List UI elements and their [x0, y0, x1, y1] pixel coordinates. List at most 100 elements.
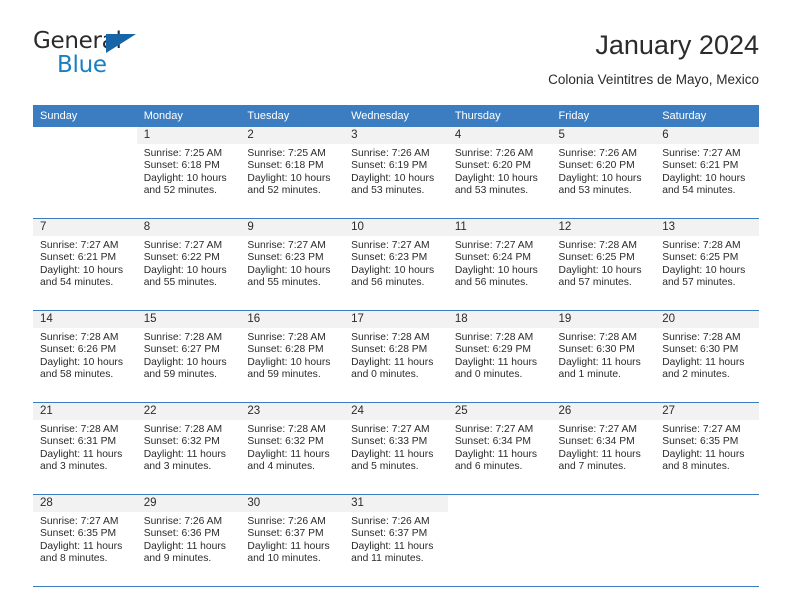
calendar-day-cell[interactable]: 14 Sunrise: 7:28 AM Sunset: 6:26 PM Dayligh… [33, 311, 137, 402]
day-info-line: and 7 minutes. [558, 461, 627, 473]
calendar-day-cell[interactable]: 28 Sunrise: 7:27 AM Sunset: 6:35 PM Dayligh… [33, 495, 137, 586]
day-number [447, 495, 552, 512]
calendar-day-cell[interactable]: 15 Sunrise: 7:28 AM Sunset: 6:27 PM Dayligh… [136, 311, 241, 402]
day-info-line: Daylight: 10 hours [143, 172, 227, 184]
calendar-day-cell[interactable]: 12 Sunrise: 7:28 AM Sunset: 6:25 PM Dayligh… [551, 219, 656, 310]
day-number: 8 [136, 219, 241, 236]
calendar-day-cell[interactable]: 26 Sunrise: 7:27 AM Sunset: 6:34 PM Dayligh… [551, 403, 656, 494]
calendar-page: General Blue January 2024 Colonia Veinti… [0, 0, 792, 612]
day-info-line: Sunrise: 7:28 AM [558, 240, 637, 251]
day-number: 31 [344, 495, 448, 512]
day-cell-inner: 17 Sunrise: 7:28 AM Sunset: 6:28 PM Dayligh… [344, 311, 448, 401]
day-info-line: Daylight: 11 hours [40, 540, 123, 552]
calendar-day-cell[interactable]: 4 Sunrise: 7:26 AM Sunset: 6:20 PM Daylight… [447, 127, 552, 217]
day-info-line: Sunset: 6:21 PM [40, 252, 117, 264]
page-subtitle: Colonia Veintitres de Mayo, Mexico [548, 72, 759, 87]
day-number: 15 [136, 311, 241, 328]
calendar-day-cell[interactable]: 3 Sunrise: 7:26 AM Sunset: 6:19 PM Daylight… [344, 127, 448, 217]
calendar-day-cell[interactable]: 24 Sunrise: 7:27 AM Sunset: 6:33 PM Dayligh… [344, 403, 448, 494]
day-info-line: Daylight: 11 hours [558, 448, 641, 460]
day-number: 17 [344, 311, 448, 328]
weekday-header-thursday: Thursday [447, 105, 552, 127]
day-cell-inner: 12 Sunrise: 7:28 AM Sunset: 6:25 PM Dayligh… [551, 219, 656, 309]
day-info-line: and 59 minutes. [247, 369, 321, 381]
day-info-line: and 57 minutes. [558, 277, 632, 289]
calendar-day-cell[interactable]: 25 Sunrise: 7:27 AM Sunset: 6:34 PM Dayligh… [447, 403, 552, 494]
calendar-day-cell[interactable]: 16 Sunrise: 7:28 AM Sunset: 6:28 PM Dayligh… [240, 311, 345, 402]
calendar-day-cell[interactable]: 29 Sunrise: 7:26 AM Sunset: 6:36 PM Dayligh… [136, 495, 241, 586]
day-info-line: Sunrise: 7:26 AM [247, 516, 326, 527]
calendar-day-cell[interactable]: 5 Sunrise: 7:26 AM Sunset: 6:20 PM Daylight… [551, 127, 656, 217]
day-cell-inner: 3 Sunrise: 7:26 AM Sunset: 6:19 PM Daylight… [344, 127, 448, 217]
calendar-day-cell[interactable]: 31 Sunrise: 7:26 AM Sunset: 6:37 PM Dayligh… [344, 495, 448, 586]
calendar-day-cell[interactable]: 20 Sunrise: 7:28 AM Sunset: 6:30 PM Dayligh… [655, 311, 759, 402]
calendar-day-cell[interactable]: 11 Sunrise: 7:27 AM Sunset: 6:24 PM Dayligh… [447, 219, 552, 310]
day-cell-inner: 9 Sunrise: 7:27 AM Sunset: 6:23 PM Daylight… [240, 219, 345, 309]
day-info-line: Sunrise: 7:28 AM [143, 424, 223, 435]
day-number: 7 [33, 219, 137, 236]
calendar-day-cell[interactable]: 18 Sunrise: 7:28 AM Sunset: 6:29 PM Dayligh… [447, 311, 552, 402]
day-cell-inner: 6 Sunrise: 7:27 AM Sunset: 6:21 PM Daylight… [655, 127, 759, 217]
day-cell-inner: 4 Sunrise: 7:26 AM Sunset: 6:20 PM Daylight… [447, 127, 552, 217]
weekday-header-tuesday: Tuesday [240, 105, 345, 127]
day-info-line: and 56 minutes. [351, 277, 425, 289]
day-number: 19 [551, 311, 656, 328]
calendar-day-cell[interactable]: 6 Sunrise: 7:27 AM Sunset: 6:21 PM Daylight… [655, 127, 759, 217]
calendar-day-cell[interactable]: 22 Sunrise: 7:28 AM Sunset: 6:32 PM Dayligh… [136, 403, 241, 494]
day-info-line: Sunset: 6:27 PM [143, 344, 220, 356]
day-info-line: and 0 minutes. [454, 369, 523, 381]
calendar-week-row: 14 Sunrise: 7:28 AM Sunset: 6:26 PM Dayligh… [33, 311, 759, 402]
day-info-line: Sunset: 6:29 PM [454, 344, 531, 356]
calendar-day-cell[interactable]: 8 Sunrise: 7:27 AM Sunset: 6:22 PM Daylight… [136, 219, 241, 310]
day-info-line: and 56 minutes. [454, 277, 529, 289]
day-info-line: and 55 minutes. [143, 277, 217, 289]
day-info-line: Daylight: 10 hours [247, 356, 331, 368]
day-number: 21 [33, 403, 137, 420]
day-info-line: Sunrise: 7:26 AM [143, 516, 223, 527]
day-info-line: and 52 minutes. [143, 185, 217, 197]
day-info-line: Sunset: 6:22 PM [143, 252, 220, 264]
day-info-line: Sunrise: 7:27 AM [143, 240, 223, 251]
calendar-empty-cell [551, 495, 656, 586]
calendar-day-cell[interactable]: 23 Sunrise: 7:28 AM Sunset: 6:32 PM Dayligh… [240, 403, 345, 494]
day-info-line: and 9 minutes. [143, 553, 212, 565]
calendar-day-cell[interactable]: 21 Sunrise: 7:28 AM Sunset: 6:31 PM Dayligh… [33, 403, 137, 494]
day-cell-inner: 31 Sunrise: 7:26 AM Sunset: 6:37 PM Dayligh… [344, 495, 448, 585]
calendar-week-row: 28 Sunrise: 7:27 AM Sunset: 6:35 PM Dayligh… [33, 495, 759, 586]
brand-logo[interactable]: General Blue [33, 28, 163, 86]
day-cell-inner: 10 Sunrise: 7:27 AM Sunset: 6:23 PM Dayligh… [344, 219, 448, 309]
day-info-line: Sunset: 6:30 PM [558, 344, 635, 356]
day-number: 3 [344, 127, 448, 144]
calendar-day-cell[interactable]: 13 Sunrise: 7:28 AM Sunset: 6:25 PM Dayligh… [655, 219, 759, 310]
day-info-line: and 5 minutes. [351, 461, 419, 473]
day-info-line: Daylight: 10 hours [247, 264, 331, 276]
day-info-line: Sunrise: 7:27 AM [247, 240, 326, 251]
day-sun-info: Sunrise: 7:28 AM Sunset: 6:28 PM Daylight:… [344, 328, 448, 382]
calendar-day-cell[interactable]: 10 Sunrise: 7:27 AM Sunset: 6:23 PM Dayligh… [344, 219, 448, 310]
calendar-day-cell[interactable]: 9 Sunrise: 7:27 AM Sunset: 6:23 PM Daylight… [240, 219, 345, 310]
day-cell-inner: 26 Sunrise: 7:27 AM Sunset: 6:34 PM Dayligh… [551, 403, 656, 493]
day-info-line: Daylight: 10 hours [143, 264, 227, 276]
day-sun-info: Sunrise: 7:27 AM Sunset: 6:34 PM Daylight:… [552, 420, 656, 474]
calendar-day-cell[interactable]: 2 Sunrise: 7:25 AM Sunset: 6:18 PM Daylight… [240, 127, 345, 217]
day-info-line: Daylight: 11 hours [662, 356, 745, 368]
calendar-day-cell[interactable]: 30 Sunrise: 7:26 AM Sunset: 6:37 PM Dayligh… [240, 495, 345, 586]
day-info-line: and 59 minutes. [143, 369, 217, 381]
calendar-day-cell[interactable]: 1 Sunrise: 7:25 AM Sunset: 6:18 PM Daylight… [136, 127, 241, 217]
calendar-day-cell[interactable]: 17 Sunrise: 7:28 AM Sunset: 6:28 PM Dayligh… [344, 311, 448, 402]
weekday-header-friday: Friday [551, 105, 656, 127]
day-cell-inner: 13 Sunrise: 7:28 AM Sunset: 6:25 PM Dayligh… [655, 219, 759, 309]
calendar-day-cell[interactable]: 7 Sunrise: 7:27 AM Sunset: 6:21 PM Daylight… [33, 219, 137, 310]
calendar-day-cell[interactable]: 27 Sunrise: 7:27 AM Sunset: 6:35 PM Dayligh… [655, 403, 759, 494]
day-cell-inner: 30 Sunrise: 7:26 AM Sunset: 6:37 PM Dayligh… [240, 495, 345, 585]
day-cell-inner: 7 Sunrise: 7:27 AM Sunset: 6:21 PM Daylight… [33, 219, 137, 309]
day-info-line: and 0 minutes. [351, 369, 419, 381]
day-cell-inner: 28 Sunrise: 7:27 AM Sunset: 6:35 PM Dayligh… [33, 495, 137, 585]
day-info-line: and 53 minutes. [454, 185, 529, 197]
calendar-empty-cell [655, 495, 759, 586]
calendar-day-cell[interactable]: 19 Sunrise: 7:28 AM Sunset: 6:30 PM Dayligh… [551, 311, 656, 402]
day-sun-info: Sunrise: 7:26 AM Sunset: 6:20 PM Daylight:… [448, 144, 552, 198]
day-sun-info: Sunrise: 7:27 AM Sunset: 6:22 PM Daylight:… [137, 236, 241, 290]
day-sun-info: Sunrise: 7:27 AM Sunset: 6:35 PM Daylight:… [33, 512, 137, 566]
day-info-line: Sunset: 6:35 PM [40, 528, 117, 540]
